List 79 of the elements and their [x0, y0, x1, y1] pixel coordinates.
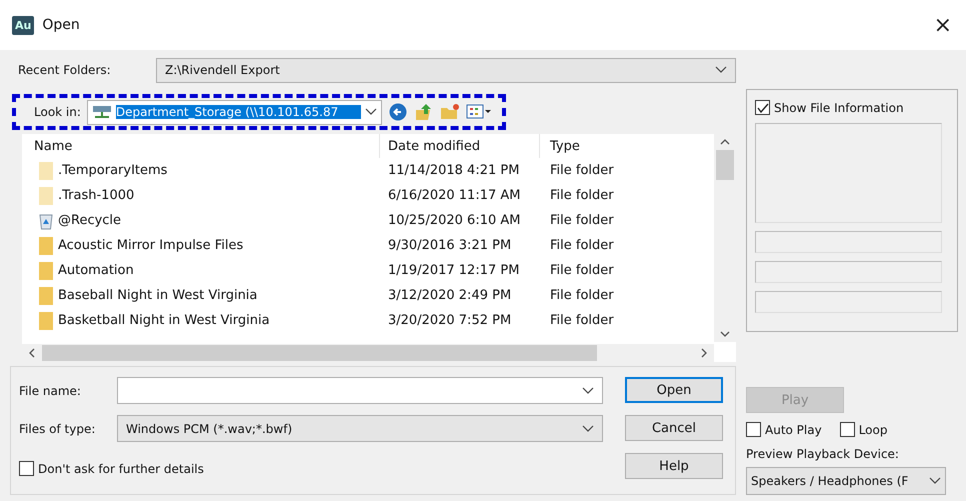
- scrollbar-thumb[interactable]: [42, 345, 597, 361]
- scroll-up-icon[interactable]: [720, 138, 730, 146]
- date-cell-text: 6/16/2020 11:17 AM: [387, 188, 522, 203]
- file-name: .Trash-1000: [58, 188, 134, 203]
- new-folder-icon[interactable]: [440, 102, 460, 122]
- preview-device-dropdown[interactable]: Speakers / Headphones (F: [746, 467, 946, 495]
- up-folder-icon[interactable]: [414, 102, 434, 122]
- file-type-label: Files of type:: [19, 422, 96, 436]
- file-name-field[interactable]: [117, 377, 603, 404]
- chevron-icon: [929, 477, 941, 485]
- file-name: Baseball Night in West Virginia: [58, 288, 258, 303]
- file-row[interactable]: Basketball Night in West Virginia 3/20/2020 7:52 PM File folder: [22, 308, 714, 333]
- folder-icon: [38, 310, 54, 330]
- folder-icon: [38, 160, 54, 180]
- type-cell-text: File folder: [549, 238, 615, 253]
- type-cell-text: File folder: [549, 263, 615, 278]
- date-cell-text: 11/14/2018 4:21 PM: [387, 163, 520, 178]
- folder-icon: [38, 236, 54, 256]
- dialog-button[interactable]: Cancel: [625, 415, 723, 441]
- scroll-left-icon[interactable]: [28, 348, 36, 358]
- type-cell-text: File folder: [549, 288, 615, 303]
- type-cell-text: File folder: [549, 313, 615, 328]
- date-cell-text: 3/20/2020 7:52 PM: [387, 313, 512, 328]
- file-row[interactable]: Automation 1/19/2017 12:17 PM File folder: [22, 258, 714, 283]
- column-header[interactable]: Date modified: [380, 134, 540, 158]
- checkbox-label: Loop: [858, 422, 888, 436]
- type-cell-text: File folder: [549, 188, 615, 203]
- file-name-label: File name:: [19, 384, 82, 398]
- type-cell-text: File folder: [549, 213, 615, 228]
- column-header[interactable]: Type: [540, 134, 680, 158]
- date-cell-text: 3/12/2020 2:49 PM: [387, 288, 512, 303]
- date-cell-text: 9/30/2016 3:21 PM: [387, 238, 512, 253]
- app-icon: Au: [12, 16, 34, 34]
- date-cell-text: 10/25/2020 6:10 AM: [387, 213, 522, 228]
- dialog-button[interactable]: Open: [625, 377, 723, 403]
- file-row[interactable]: Acoustic Mirror Impulse Files 9/30/2016 3:21 PM File folder: [22, 233, 714, 258]
- window-title: Open: [42, 17, 81, 33]
- view-menu-icon[interactable]: [466, 103, 492, 121]
- file-name: Basketball Night in West Virginia: [58, 313, 270, 328]
- folder-icon: [38, 260, 54, 280]
- checkbox[interactable]: [755, 100, 770, 115]
- checkbox-label: Show File Information: [774, 100, 904, 114]
- file-row[interactable]: .TemporaryItems 11/14/2018 4:21 PM File folder: [22, 158, 714, 183]
- file-row[interactable]: .Trash-1000 6/16/2020 11:17 AM File folder: [22, 183, 714, 208]
- checkbox-label: Auto Play: [765, 422, 822, 436]
- recent-folders-dropdown[interactable]: Z:\Rivendell Export: [156, 58, 736, 82]
- file-name: .TemporaryItems: [58, 163, 168, 178]
- checkbox[interactable]: [19, 461, 34, 476]
- checkbox[interactable]: [746, 422, 761, 437]
- dialog-button[interactable]: Help: [625, 453, 723, 479]
- recycle-bin-icon: [38, 212, 54, 230]
- chevron-icon: [582, 386, 594, 394]
- look-in-label: Look in:: [34, 105, 81, 119]
- look-in-dropdown[interactable]: Department_Storage (\\10.101.65.87: [86, 100, 382, 124]
- folder-icon: [38, 286, 54, 306]
- network-drive-icon: [92, 105, 112, 119]
- scroll-right-icon[interactable]: [700, 348, 708, 358]
- chevron-icon: [364, 108, 377, 116]
- chevron-icon: [715, 66, 727, 74]
- recent-folders-label: Recent Folders:: [17, 63, 112, 77]
- scroll-down-icon[interactable]: [720, 330, 730, 338]
- chevron-icon: [582, 424, 594, 432]
- close-button[interactable]: ×: [932, 12, 954, 38]
- file-name: @Recycle: [58, 213, 122, 228]
- horizontal-scrollbar[interactable]: [22, 344, 714, 362]
- back-icon[interactable]: [388, 102, 408, 122]
- column-header[interactable]: Name: [22, 134, 380, 158]
- checkbox-label: Don't ask for further details: [38, 462, 204, 476]
- file-row[interactable]: Baseball Night in West Virginia 3/12/2020 2:49 PM File folder: [22, 283, 714, 308]
- type-cell-text: File folder: [549, 163, 615, 178]
- scrollbar-thumb[interactable]: [716, 150, 734, 180]
- file-name: Acoustic Mirror Impulse Files: [58, 238, 244, 253]
- checkbox[interactable]: [840, 422, 855, 437]
- file-row[interactable]: @Recycle 10/25/2020 6:10 AM File folder: [22, 208, 714, 233]
- date-cell-text: 1/19/2017 12:17 PM: [387, 263, 520, 278]
- file-type-dropdown[interactable]: Windows PCM (*.wav;*.bwf): [117, 415, 603, 442]
- folder-icon: [38, 186, 54, 206]
- file-name: Automation: [58, 263, 134, 278]
- preview-device-label: Preview Playback Device:: [746, 447, 900, 461]
